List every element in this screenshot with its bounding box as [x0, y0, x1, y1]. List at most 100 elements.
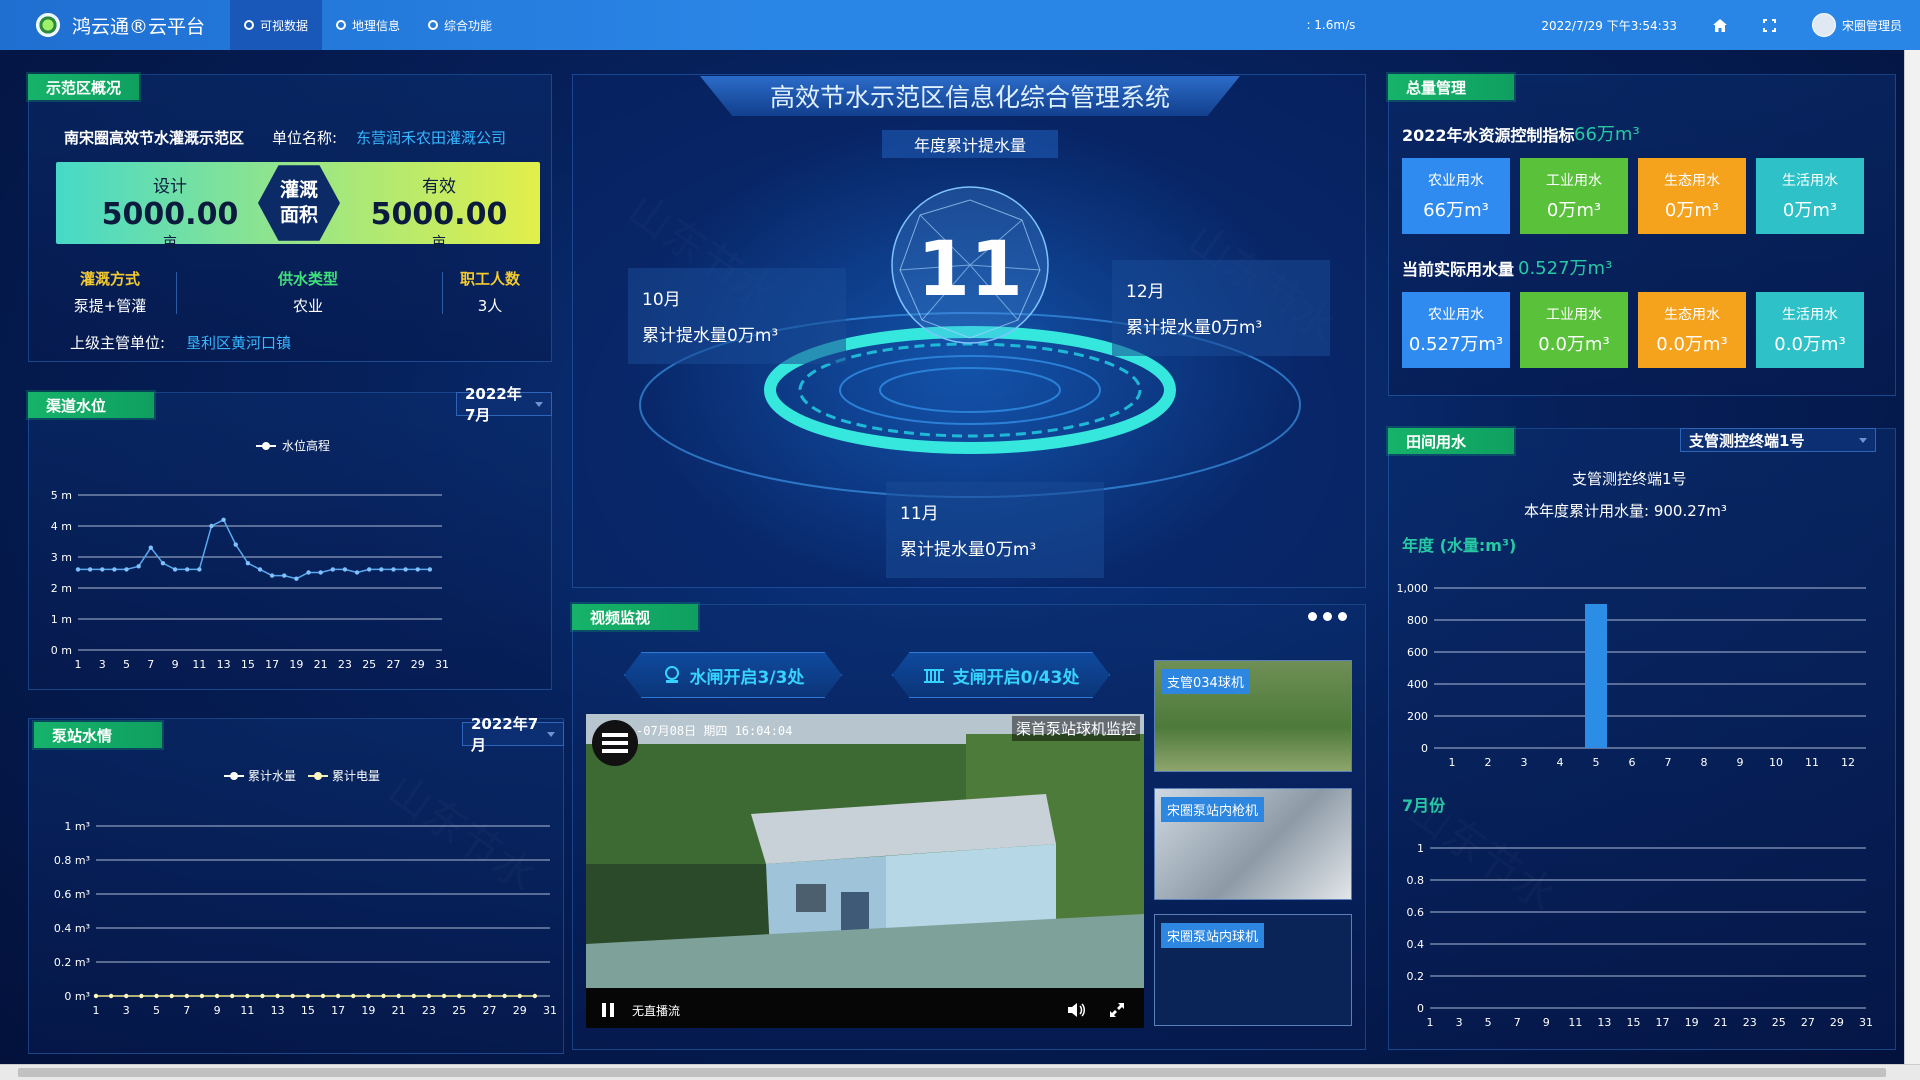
- year-label: 年度 (水量:m³): [1402, 536, 1517, 555]
- annual-total-number: 11: [917, 224, 1023, 313]
- data-point: [354, 570, 360, 575]
- x-tick-label: 29: [513, 1004, 527, 1017]
- x-tick-label: 2: [1485, 756, 1492, 769]
- effective-unit: 亩: [432, 235, 446, 251]
- tile-label: 生活用水: [1782, 307, 1838, 323]
- data-point: [411, 993, 416, 999]
- tile-value: 0万m³: [1664, 200, 1720, 221]
- data-point: [441, 993, 447, 999]
- video-thumb[interactable]: 宋圈泵站内球机: [1154, 914, 1352, 1026]
- y-tick-label: 0: [1417, 1002, 1424, 1015]
- y-tick-label: 0.4: [1407, 938, 1425, 951]
- water-use-tile: 生活用水 0万m³: [1756, 158, 1864, 234]
- month-value: 累计提水量0万m³: [900, 540, 1037, 560]
- series-line: [78, 518, 430, 580]
- data-point: [184, 993, 189, 999]
- volume-icon[interactable]: [1068, 1002, 1086, 1021]
- x-tick-label: 31: [543, 1004, 557, 1017]
- channel-month-select[interactable]: 2022年7月: [456, 385, 552, 424]
- tab-general-functions[interactable]: 综合功能: [414, 0, 506, 50]
- y-tick-label: 4 m: [51, 520, 72, 533]
- data-point: [197, 567, 202, 572]
- x-tick-label: 1: [75, 658, 82, 671]
- avatar: [1811, 13, 1836, 37]
- data-point: [112, 567, 117, 572]
- design-unit: 亩: [163, 235, 177, 251]
- pump-chart: 累计水量 累计电量 0 m³ 0.2 m³ 0.4 m³ 0.6 m³ 0.8 m³ 1 …: [54, 769, 557, 1017]
- terminal-select[interactable]: 支管测控终端1号: [1680, 428, 1876, 452]
- gate-label: 水闸开启3/3处: [689, 667, 805, 688]
- y-tick-label: 0.6: [1407, 906, 1425, 919]
- y-tick-label: 200: [1407, 710, 1428, 723]
- tile-label: 农业用水: [1428, 173, 1484, 189]
- actual-label: 当前实际用水量: [1402, 260, 1515, 279]
- x-tick-label: 9: [1543, 1016, 1550, 1029]
- user-menu[interactable]: 宋圈管理员: [1794, 13, 1920, 37]
- x-tick-label: 13: [271, 1004, 285, 1017]
- tile-label: 农业用水: [1428, 307, 1484, 323]
- tab-label: 综合功能: [444, 18, 493, 33]
- brand[interactable]: 鸿云通®云平台: [0, 0, 230, 50]
- annual-label: 年度累计提水量: [882, 130, 1058, 158]
- effective-value: 5000.00: [370, 197, 508, 232]
- tab-geo-info[interactable]: 地理信息: [322, 0, 414, 50]
- x-tick-label: 3: [1456, 1016, 1463, 1029]
- main-gate-button[interactable]: 水闸开启3/3处: [624, 652, 842, 698]
- pump-month-select[interactable]: 2022年7月: [462, 715, 564, 754]
- water-use-tile: 生活用水 0.0万m³: [1756, 292, 1864, 368]
- tab-visual-data[interactable]: 可视数据: [230, 0, 323, 50]
- more-icon[interactable]: [1308, 612, 1347, 621]
- data-point: [139, 993, 144, 999]
- horizontal-scrollbar[interactable]: [0, 1064, 1920, 1080]
- gate-icon: [664, 666, 679, 683]
- x-tick-label: 1: [93, 1004, 100, 1017]
- tile-value: 0.0万m³: [1656, 334, 1728, 355]
- y-tick-label: 400: [1407, 678, 1428, 691]
- legend-marker: [230, 772, 238, 780]
- pause-icon[interactable]: [602, 1002, 614, 1021]
- month-card-nov: 11月 累计提水量0万m³: [886, 482, 1104, 578]
- y-tick-label: 5 m: [51, 489, 72, 502]
- branch-gate-button[interactable]: 支闸开启0/43处: [892, 652, 1110, 698]
- fullscreen-icon[interactable]: [1745, 18, 1794, 32]
- x-tick-label: 9: [172, 658, 179, 671]
- dot: [1338, 612, 1347, 621]
- water-use-tile: 农业用水 0.527万m³: [1402, 292, 1510, 368]
- video-thumb[interactable]: 支管034球机: [1154, 660, 1352, 772]
- menu-icon[interactable]: [592, 720, 638, 766]
- bar: [602, 741, 628, 745]
- x-tick-label: 7: [1665, 756, 1672, 769]
- x-tick-label: 8: [1701, 756, 1708, 769]
- scroll-thumb[interactable]: [18, 1068, 1886, 1077]
- home-icon[interactable]: [1695, 18, 1745, 32]
- y-tick-label: 2 m: [51, 582, 72, 595]
- channel-chart: 水位高程 0 m1 m2 m3 m4 m5 m 1 3 5 7 9 11 13 15 17 19 2…: [51, 438, 449, 671]
- irrigation-method: 灌溉方式 泵提+管灌: [60, 268, 160, 316]
- select-value: 2022年7月: [471, 715, 539, 754]
- video-thumb[interactable]: 宋圈泵站内枪机: [1154, 788, 1352, 900]
- x-tick-label: 9: [214, 1004, 221, 1017]
- vertical-scrollbar[interactable]: [1904, 50, 1920, 1064]
- x-tick-label: 19: [1685, 1016, 1699, 1029]
- legend-label: 水位高程: [282, 438, 330, 453]
- fullscreen-icon[interactable]: [1110, 1002, 1124, 1021]
- bar: [602, 733, 628, 737]
- x-tick-label: 23: [338, 658, 352, 671]
- chevron-down-icon: [535, 401, 543, 407]
- x-tick-label: 17: [1656, 1016, 1670, 1029]
- x-tick-label: 15: [301, 1004, 315, 1017]
- circle-icon: [336, 20, 347, 30]
- x-tick-label: 1: [1449, 756, 1456, 769]
- tab-label: 可视数据: [260, 18, 309, 33]
- data-point: [381, 993, 386, 999]
- x-tick-label: 5: [123, 658, 130, 671]
- data-point: [367, 567, 372, 572]
- data-point: [472, 993, 477, 999]
- data-point: [93, 993, 99, 999]
- tile-value: 0.0万m³: [1774, 334, 1846, 355]
- main-video-player[interactable]: -07月08日 期四 16:04:04 渠首泵站球机监控 无直播流: [586, 714, 1144, 1028]
- x-tick-label: 19: [289, 658, 303, 671]
- dot: [1323, 612, 1332, 621]
- data-point: [124, 567, 129, 572]
- x-tick-label: 25: [1772, 1016, 1786, 1029]
